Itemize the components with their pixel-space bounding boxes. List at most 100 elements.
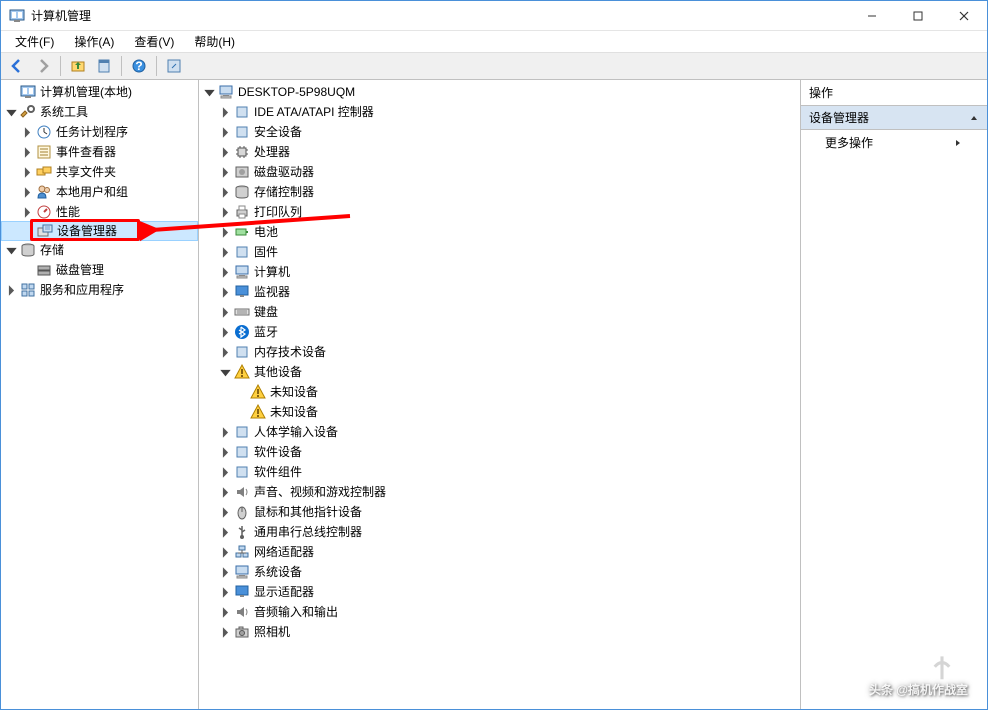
expand-icon[interactable] xyxy=(219,246,232,259)
device-root[interactable]: DESKTOP-5P98UQM xyxy=(199,82,800,102)
expand-icon[interactable] xyxy=(219,186,232,199)
ide-icon xyxy=(234,104,250,120)
tree-root[interactable]: 计算机管理(本地) xyxy=(1,82,198,102)
device-category[interactable]: 鼠标和其他指针设备 xyxy=(199,502,800,522)
help-button[interactable] xyxy=(127,54,151,78)
properties-button[interactable] xyxy=(92,54,116,78)
actions-section[interactable]: 设备管理器 xyxy=(801,106,987,130)
collapse-icon[interactable] xyxy=(5,106,18,119)
device-category[interactable]: 处理器 xyxy=(199,142,800,162)
expand-icon[interactable] xyxy=(21,186,34,199)
expand-icon[interactable] xyxy=(219,506,232,519)
expand-icon[interactable] xyxy=(219,106,232,119)
disk-icon xyxy=(234,164,250,180)
device-category[interactable]: 音频输入和输出 xyxy=(199,602,800,622)
expand-icon[interactable] xyxy=(21,126,34,139)
expand-icon[interactable] xyxy=(219,306,232,319)
tree-shared-folders[interactable]: 共享文件夹 xyxy=(1,162,198,182)
device-tree[interactable]: DESKTOP-5P98UQM IDE ATA/ATAPI 控制器安全设备处理器… xyxy=(199,80,801,709)
expand-icon[interactable] xyxy=(219,226,232,239)
actions-pane: 操作 设备管理器 更多操作 xyxy=(801,80,987,709)
expand-icon[interactable] xyxy=(219,526,232,539)
expand-icon[interactable] xyxy=(219,286,232,299)
tree-local-users[interactable]: 本地用户和组 xyxy=(1,182,198,202)
menu-action[interactable]: 操作(A) xyxy=(66,31,122,52)
warning-icon xyxy=(250,384,266,400)
device-category[interactable]: 通用串行总线控制器 xyxy=(199,522,800,542)
device-category[interactable]: 蓝牙 xyxy=(199,322,800,342)
device-category[interactable]: 内存技术设备 xyxy=(199,342,800,362)
expand-icon[interactable] xyxy=(219,586,232,599)
device-category[interactable]: 其他设备 xyxy=(199,362,800,382)
device-category[interactable]: 监视器 xyxy=(199,282,800,302)
monitor-icon xyxy=(234,284,250,300)
tree-task-scheduler[interactable]: 任务计划程序 xyxy=(1,122,198,142)
expand-icon[interactable] xyxy=(219,346,232,359)
device-category[interactable]: 存储控制器 xyxy=(199,182,800,202)
expand-icon[interactable] xyxy=(219,566,232,579)
tree-disk-mgmt[interactable]: 磁盘管理 xyxy=(1,260,198,280)
device-category[interactable]: 声音、视频和游戏控制器 xyxy=(199,482,800,502)
device-category[interactable]: 计算机 xyxy=(199,262,800,282)
expand-icon[interactable] xyxy=(219,266,232,279)
tree-performance[interactable]: 性能 xyxy=(1,202,198,222)
expand-icon[interactable] xyxy=(21,166,34,179)
device-item[interactable]: 未知设备 xyxy=(199,382,800,402)
device-category[interactable]: 键盘 xyxy=(199,302,800,322)
device-category[interactable]: IDE ATA/ATAPI 控制器 xyxy=(199,102,800,122)
device-category[interactable]: 软件组件 xyxy=(199,462,800,482)
maximize-button[interactable] xyxy=(895,1,941,31)
security-icon xyxy=(234,124,250,140)
menu-help[interactable]: 帮助(H) xyxy=(186,31,243,52)
device-category[interactable]: 安全设备 xyxy=(199,122,800,142)
device-item[interactable]: 未知设备 xyxy=(199,402,800,422)
minimize-button[interactable] xyxy=(849,1,895,31)
expand-icon[interactable] xyxy=(219,166,232,179)
up-button[interactable] xyxy=(66,54,90,78)
collapse-icon[interactable] xyxy=(5,244,18,257)
device-category[interactable]: 固件 xyxy=(199,242,800,262)
expand-icon[interactable] xyxy=(219,466,232,479)
expand-icon[interactable] xyxy=(219,146,232,159)
expand-icon[interactable] xyxy=(219,206,232,219)
expand-icon[interactable] xyxy=(219,426,232,439)
event-icon xyxy=(36,144,52,160)
left-tree[interactable]: 计算机管理(本地) 系统工具 任务计划程序 事件查看器 共享文件夹 xyxy=(1,80,199,709)
tree-storage[interactable]: 存储 xyxy=(1,240,198,260)
menu-view[interactable]: 查看(V) xyxy=(126,31,182,52)
device-category[interactable]: 照相机 xyxy=(199,622,800,642)
device-category[interactable]: 软件设备 xyxy=(199,442,800,462)
tree-system-tools[interactable]: 系统工具 xyxy=(1,102,198,122)
device-category[interactable]: 系统设备 xyxy=(199,562,800,582)
tree-event-viewer[interactable]: 事件查看器 xyxy=(1,142,198,162)
collapse-icon[interactable] xyxy=(219,366,232,379)
expand-icon[interactable] xyxy=(5,284,18,297)
device-category[interactable]: 网络适配器 xyxy=(199,542,800,562)
expand-icon[interactable] xyxy=(219,446,232,459)
back-arrow-icon xyxy=(9,58,25,74)
pane-button[interactable] xyxy=(162,54,186,78)
device-category[interactable]: 显示适配器 xyxy=(199,582,800,602)
close-button[interactable] xyxy=(941,1,987,31)
expand-icon[interactable] xyxy=(219,486,232,499)
device-category[interactable]: 电池 xyxy=(199,222,800,242)
camera-icon xyxy=(234,624,250,640)
back-button[interactable] xyxy=(5,54,29,78)
collapse-icon[interactable] xyxy=(203,86,216,99)
expand-icon[interactable] xyxy=(219,626,232,639)
expand-icon[interactable] xyxy=(219,126,232,139)
more-actions[interactable]: 更多操作 xyxy=(801,130,987,155)
forward-button[interactable] xyxy=(31,54,55,78)
expand-icon[interactable] xyxy=(219,606,232,619)
expand-icon[interactable] xyxy=(21,146,34,159)
tree-services[interactable]: 服务和应用程序 xyxy=(1,280,198,300)
display-icon xyxy=(234,584,250,600)
device-category[interactable]: 磁盘驱动器 xyxy=(199,162,800,182)
expand-icon[interactable] xyxy=(219,326,232,339)
expand-icon[interactable] xyxy=(219,546,232,559)
device-category[interactable]: 人体学输入设备 xyxy=(199,422,800,442)
device-category[interactable]: 打印队列 xyxy=(199,202,800,222)
tree-device-manager[interactable]: 设备管理器 xyxy=(1,221,198,241)
menu-file[interactable]: 文件(F) xyxy=(7,31,62,52)
expand-icon[interactable] xyxy=(21,206,34,219)
